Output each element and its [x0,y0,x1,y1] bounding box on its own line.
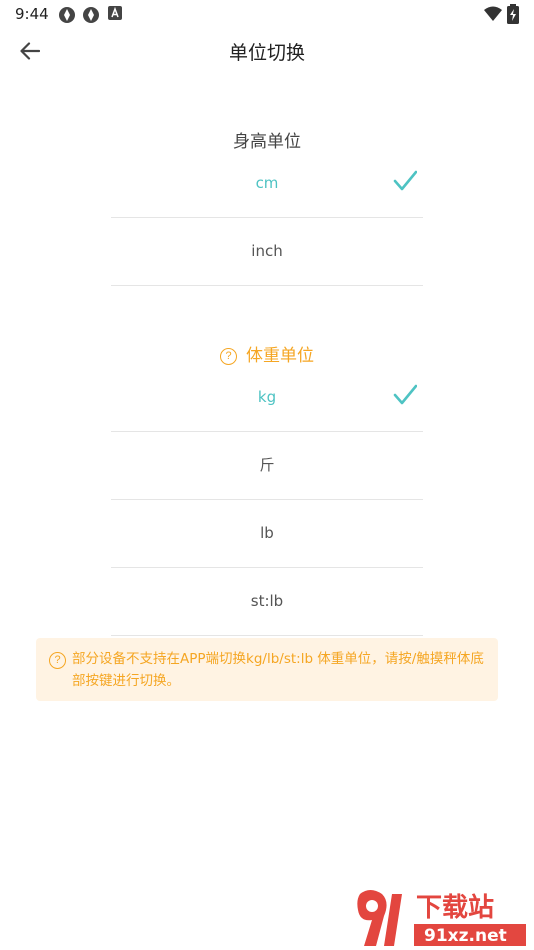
unit-switch-notice: ? 部分设备不支持在APP端切换kg/lb/st:lb 体重单位，请按/触摸秤体… [36,638,498,701]
status-time: 9:44 [15,5,49,23]
notification-a-icon [108,6,122,20]
option-label: kg [257,388,277,406]
weight-unit-title-text: 体重单位 [246,346,314,366]
height-option-cm[interactable]: cm [111,157,423,218]
svg-text:下载站: 下载站 [416,893,494,923]
weight-option-kg[interactable]: kg [111,371,423,432]
notification-app-icon-2 [83,7,99,23]
wifi-icon [484,6,502,21]
height-option-inch[interactable]: inch [111,218,423,286]
checkmark-icon [393,384,417,405]
option-label: 斤 [259,456,275,474]
status-bar: 9:44 [0,0,534,28]
question-circle-icon: ? [220,348,237,365]
battery-icon [507,4,519,24]
watermark-logo: 下载站 91xz.net [357,890,526,946]
height-unit-title: 身高单位 [233,132,301,152]
weight-option-jin[interactable]: 斤 [111,432,423,500]
svg-text:91xz.net: 91xz.net [424,926,507,946]
question-circle-icon: ? [49,652,66,669]
checkmark-icon [393,170,417,191]
app-header: 单位切换 [0,28,534,74]
height-unit-section: 身高单位 cm inch [111,127,423,286]
weight-unit-section: ? 体重单位 kg 斤 lb st:lb [111,341,423,636]
option-label: st:lb [250,592,284,610]
notification-app-icon [59,7,75,23]
notice-text: 部分设备不支持在APP端切换kg/lb/st:lb 体重单位，请按/触摸秤体底部… [72,651,484,689]
option-label: inch [251,242,283,260]
weight-option-stlb[interactable]: st:lb [111,568,423,636]
option-label: lb [260,524,274,542]
weight-unit-title[interactable]: ? 体重单位 [111,341,423,371]
option-label: cm [255,174,279,192]
page-title: 单位切换 [228,42,305,64]
weight-option-lb[interactable]: lb [111,500,423,568]
